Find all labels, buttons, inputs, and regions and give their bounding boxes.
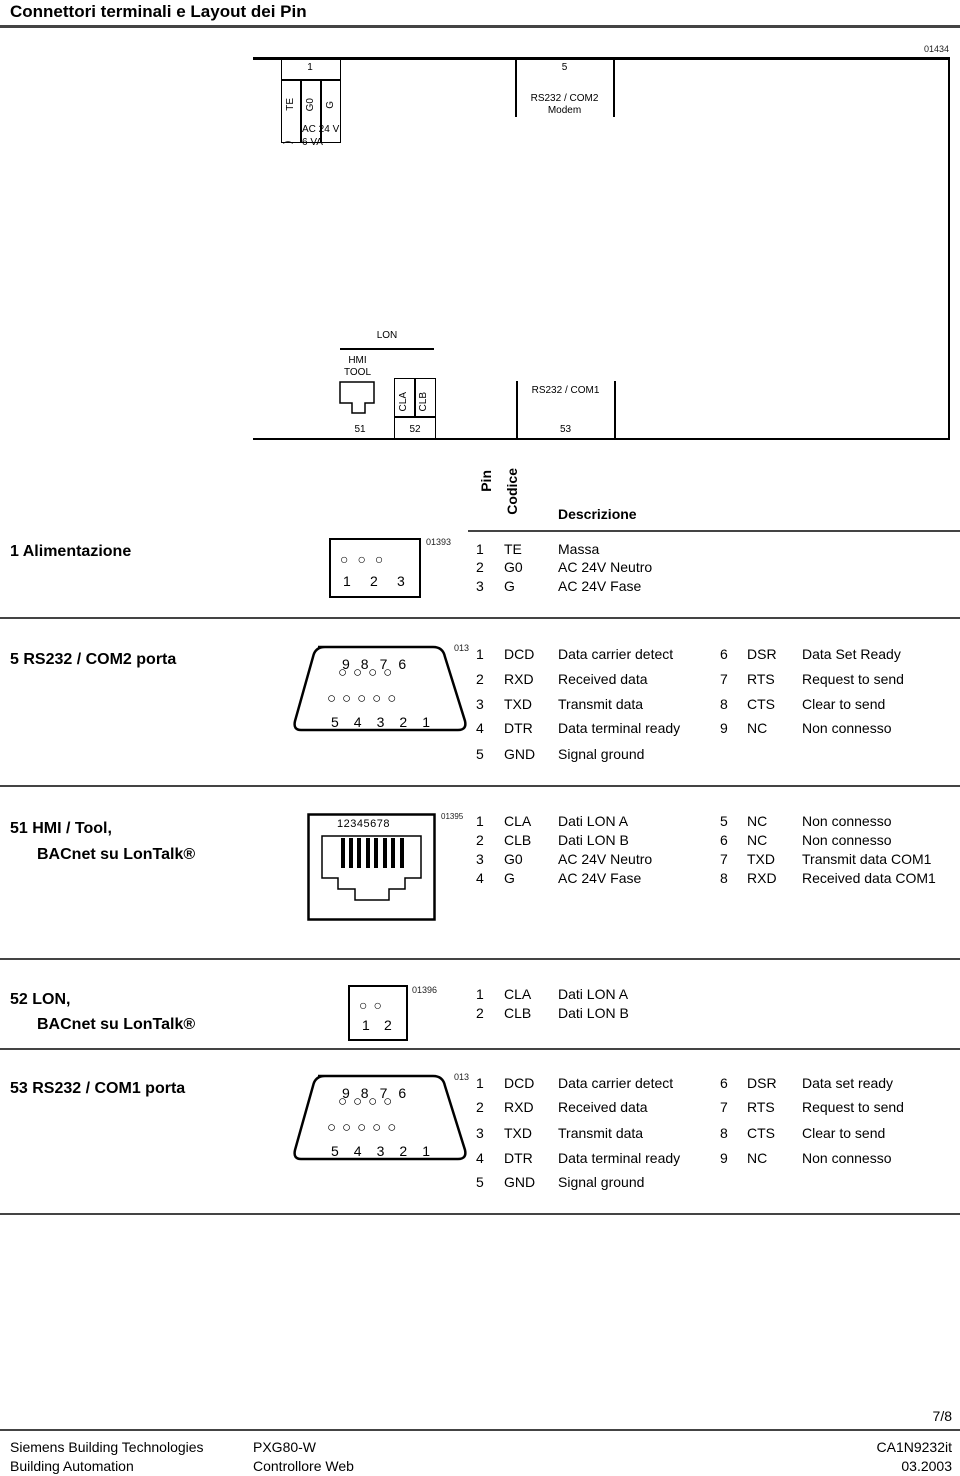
connector-pin-2: 2 (370, 573, 378, 589)
terminal-1-divider (281, 79, 340, 81)
document-date: 03.2003 (901, 1458, 952, 1474)
product-name: Controllore Web (253, 1458, 354, 1474)
supply-power: 6 VA (302, 137, 323, 148)
lon-pin-2: 2 (384, 1017, 392, 1033)
terminal-1-number: 1 (307, 62, 313, 73)
section-title: 52 LON, (10, 991, 71, 1008)
terminal-53-number: 53 (559, 424, 572, 435)
footer-document: CA1N9232it 03.2003 (877, 1438, 953, 1476)
header-divider (468, 530, 960, 532)
ac-symbol-icon: ⌒ (283, 142, 293, 153)
terminal-53-right (614, 381, 616, 439)
rj45-port-icon (339, 381, 375, 414)
section-divider (0, 958, 960, 960)
power-connector-icon (329, 538, 421, 598)
terminal-5-sublabel: Modem (547, 105, 582, 116)
section-divider (0, 1048, 960, 1050)
lon-bracket (340, 348, 434, 350)
company-name: Siemens Building Technologies (10, 1439, 204, 1455)
terminal-1-pin-te: TE (285, 98, 296, 111)
section-divider (0, 1213, 960, 1215)
footer-product: PXG80-W Controllore Web (253, 1438, 354, 1476)
connector-pin-3: 3 (397, 573, 405, 589)
terminal-5-right (613, 59, 615, 117)
terminal-53-label: RS232 / COM1 (531, 385, 600, 396)
terminal-52-pin-cla: CLA (398, 392, 409, 412)
company-division: Building Automation (10, 1458, 134, 1474)
header-pin: Pin (478, 470, 494, 492)
section-divider (0, 617, 960, 619)
section-title: 1 Alimentazione (10, 543, 132, 560)
figure-id: 01395 (441, 812, 464, 821)
header-description: Descrizione (558, 506, 637, 522)
terminal-5-label: RS232 / COM2 (530, 93, 599, 104)
db9-top-holes: ○○○○ (338, 1093, 399, 1110)
section-subtitle: BACnet su LonTalk® (37, 1016, 196, 1033)
connector-pin-1: 1 (343, 573, 351, 589)
section-title: 5 RS232 / COM2 porta (10, 651, 177, 668)
page-title: Connettori terminali e Layout dei Pin (10, 2, 307, 21)
terminal-52-number: 52 (409, 424, 421, 435)
frame-top (253, 57, 950, 60)
db9-bottom-holes: ○○○○○ (327, 690, 403, 707)
header-code: Codice (504, 468, 520, 515)
lon-connector-holes: ○○ (359, 997, 388, 1013)
section-divider (0, 785, 960, 787)
figure-id: 013 (454, 1072, 470, 1082)
lon-connector-icon (348, 985, 408, 1041)
section-title: 51 HMI / Tool, (10, 820, 112, 837)
lon-label: LON (376, 330, 398, 341)
hmi-label: HMI (348, 355, 367, 366)
tool-label: TOOL (343, 367, 372, 378)
connector-holes: ○○○ (340, 551, 393, 567)
db9-bottom-numbers: 54321 (331, 1143, 445, 1159)
terminal-51-number: 51 (354, 424, 366, 435)
terminal-52-divider (394, 416, 436, 418)
frame-bottom (253, 438, 950, 440)
product-code: PXG80-W (253, 1439, 317, 1455)
rj45-pin-numbers: 12345678 (337, 818, 390, 830)
footer-company: Siemens Building Technologies Building A… (10, 1438, 204, 1476)
figure-id: 01396 (412, 985, 438, 995)
title-divider (0, 25, 960, 28)
db9-bottom-holes: ○○○○○ (327, 1119, 403, 1136)
terminal-5-number: 5 (561, 62, 568, 73)
db9-bottom-numbers: 54321 (331, 714, 445, 730)
terminal-52-pin-clb: CLB (418, 392, 429, 412)
footer-divider (0, 1429, 960, 1431)
section-title: 53 RS232 / COM1 porta (10, 1080, 186, 1097)
terminal-52-sep (414, 378, 416, 416)
supply-voltage: AC 24 V (302, 124, 340, 135)
terminal-1-pin-g: G (325, 101, 336, 109)
terminal-1-pin-g0: G0 (305, 98, 316, 112)
frame-right (948, 57, 950, 440)
lon-pin-1: 1 (362, 1017, 370, 1033)
page-number: 7/8 (932, 1408, 952, 1424)
figure-id: 01434 (924, 44, 950, 54)
db9-top-holes: ○○○○ (338, 664, 399, 681)
figure-id: 013 (454, 643, 470, 653)
document-code: CA1N9232it (876, 1439, 953, 1455)
section-subtitle: BACnet su LonTalk® (37, 846, 196, 863)
figure-id: 01393 (426, 537, 452, 547)
